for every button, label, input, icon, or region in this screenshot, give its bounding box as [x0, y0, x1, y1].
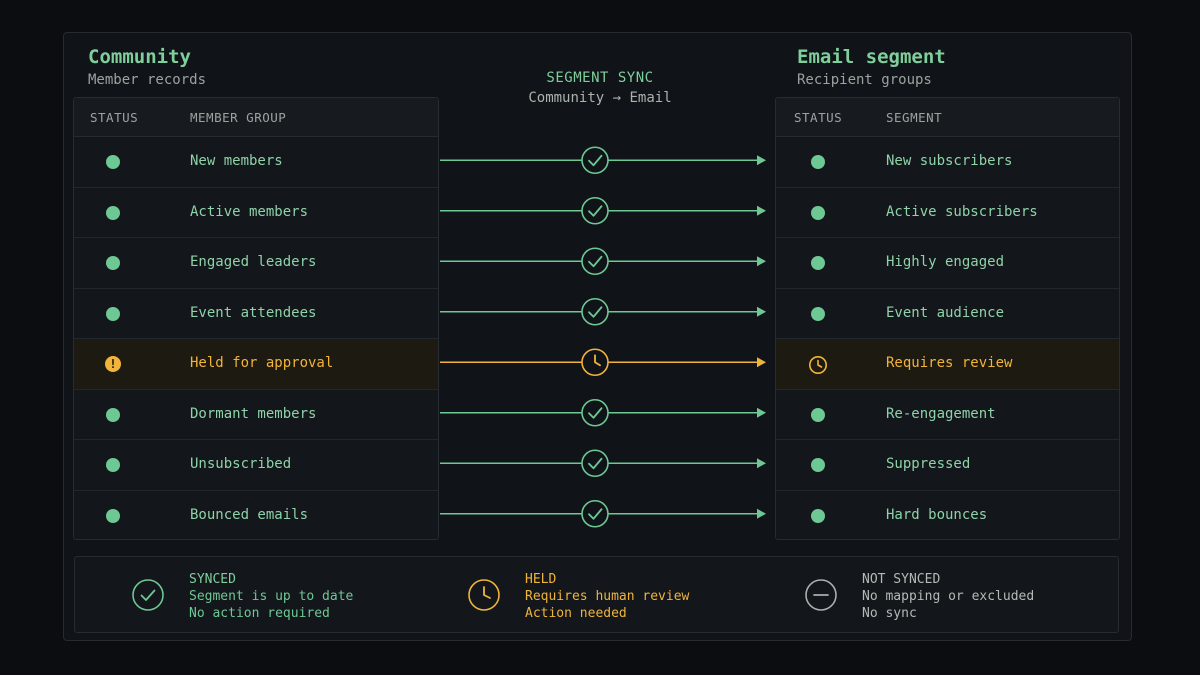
- legend-held-title: HELD: [525, 572, 557, 587]
- synced-connector: [440, 196, 766, 225]
- arrowhead-icon: [757, 205, 766, 216]
- arrowhead-icon: [757, 256, 766, 267]
- arrowhead-icon: [757, 357, 766, 368]
- synced-connector: [440, 297, 766, 326]
- arrowhead-icon: [757, 306, 766, 317]
- legend-synced-title: SYNCED: [189, 572, 236, 587]
- synced-connector: [440, 247, 766, 276]
- synced-connector: [440, 449, 766, 478]
- arrowhead-icon: [757, 155, 766, 166]
- legend-synced-line2: No action required: [189, 606, 330, 621]
- legend-held-line1: Requires human review: [525, 589, 690, 604]
- legend-not-synced-line1: No mapping or excluded: [862, 589, 1035, 604]
- legend-not-synced-line2: No sync: [862, 606, 917, 621]
- held-connector: [440, 348, 766, 377]
- synced-connector: [440, 398, 766, 427]
- arrowhead-icon: [757, 407, 766, 418]
- legend: SYNCED Segment is up to date No action r…: [74, 556, 1119, 633]
- clock-icon: [468, 579, 500, 611]
- check-circle-icon: [132, 579, 164, 611]
- arrowhead-icon: [757, 458, 766, 469]
- legend-not-synced-title: NOT SYNCED: [862, 572, 941, 587]
- synced-connector: [440, 146, 766, 175]
- legend-held-line2: Action needed: [525, 606, 627, 621]
- minus-circle-icon: [805, 579, 837, 611]
- legend-synced-line1: Segment is up to date: [189, 589, 354, 604]
- arrowhead-icon: [757, 508, 766, 519]
- synced-connector: [440, 499, 766, 528]
